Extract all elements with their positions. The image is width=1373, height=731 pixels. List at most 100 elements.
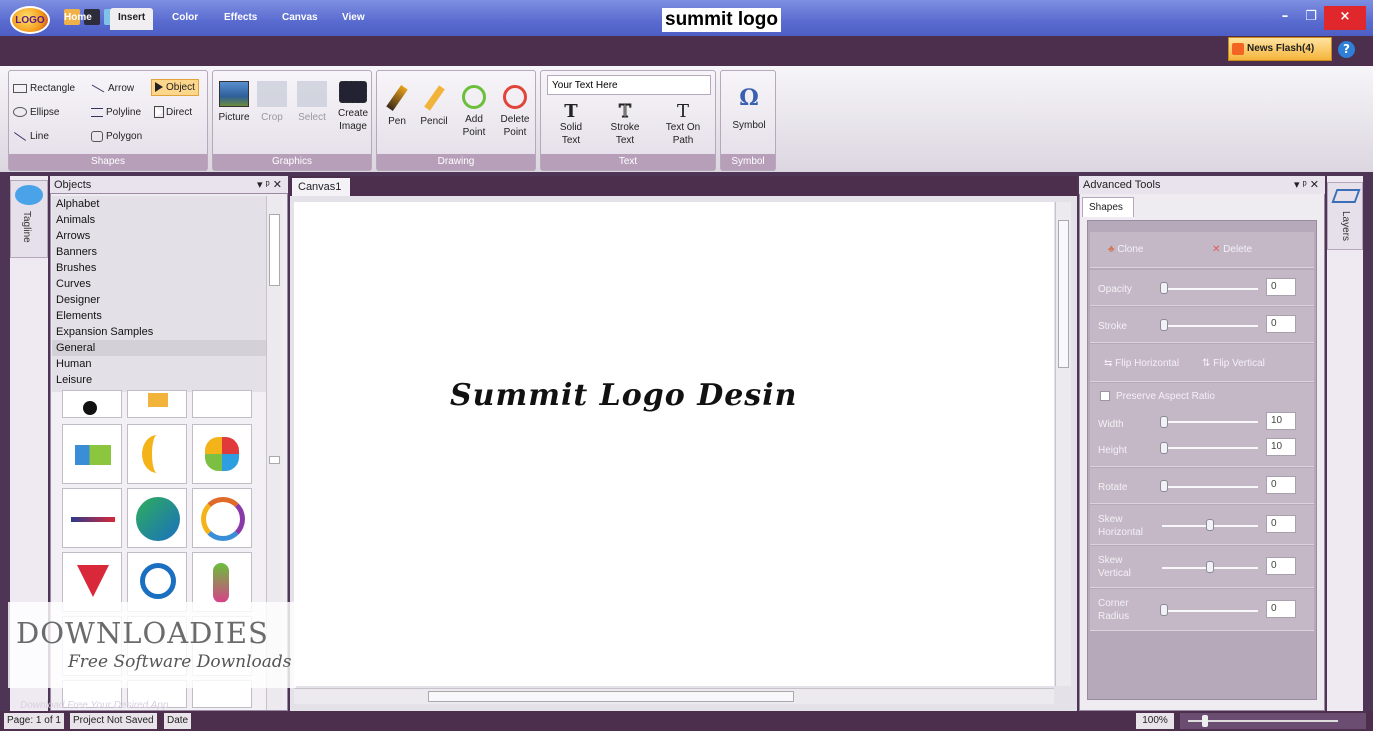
canvas-text-object[interactable]: Summit Logo Desin — [450, 378, 797, 413]
tab-canvas1[interactable]: Canvas1 — [292, 178, 350, 196]
polygon-button[interactable]: Polygon — [91, 131, 142, 142]
minimize-button[interactable]: – — [1270, 6, 1300, 30]
thumbnail[interactable] — [192, 424, 252, 484]
corner-radius-value[interactable]: 0 — [1266, 600, 1296, 618]
tab-canvas[interactable]: Canvas — [274, 8, 326, 30]
width-value[interactable]: 10 — [1266, 412, 1296, 430]
panel-controls[interactable]: ▾ ᵖ ✕ — [257, 176, 282, 194]
picture-button[interactable]: Picture — [217, 81, 251, 124]
scroll-thumb[interactable] — [269, 214, 280, 286]
flip-vertical-button[interactable]: ⇅ Flip Vertical — [1202, 358, 1265, 369]
flip-horizontal-icon: ⇆ — [1104, 358, 1116, 369]
scroll-thumb[interactable] — [269, 456, 280, 464]
thumbnail[interactable] — [62, 390, 122, 418]
height-slider[interactable] — [1162, 447, 1258, 449]
news-flash-button[interactable]: News Flash(4) — [1228, 37, 1332, 61]
skew-horizontal-value[interactable]: 0 — [1266, 515, 1296, 533]
thumbnail[interactable] — [192, 488, 252, 548]
tab-home[interactable]: Home — [56, 8, 100, 30]
list-item[interactable]: Expansion Samples — [52, 324, 266, 340]
clone-button[interactable]: ♣ Clone — [1108, 244, 1143, 255]
rotate-slider-knob[interactable] — [1160, 480, 1168, 492]
list-item[interactable]: Curves — [52, 276, 266, 292]
scroll-thumb[interactable] — [428, 691, 794, 702]
list-item[interactable]: Arrows — [52, 228, 266, 244]
list-item[interactable]: Brushes — [52, 260, 266, 276]
create-image-button[interactable]: Create Image — [335, 81, 371, 133]
list-item[interactable]: Alphabet — [52, 196, 266, 212]
restore-button[interactable]: ❐ — [1300, 6, 1322, 30]
scroll-thumb[interactable] — [1058, 220, 1069, 368]
text-on-path-button[interactable]: T Text On Path — [657, 101, 709, 147]
object-category-list[interactable]: Alphabet Animals Arrows Banners Brushes … — [52, 196, 266, 392]
corner-radius-slider[interactable] — [1162, 609, 1258, 612]
canvas-page[interactable] — [294, 202, 1054, 686]
tab-view[interactable]: View — [334, 8, 373, 30]
help-icon[interactable]: ? — [1338, 41, 1355, 58]
preserve-aspect-checkbox[interactable] — [1100, 391, 1110, 401]
canvas-vertical-scrollbar[interactable] — [1055, 202, 1071, 686]
list-item-selected[interactable]: General — [52, 340, 266, 356]
delete-button[interactable]: ✕ Delete — [1212, 244, 1252, 255]
object-button[interactable]: Object — [151, 79, 199, 96]
thumbnail[interactable] — [62, 424, 122, 484]
add-point-button[interactable]: Add Point — [457, 85, 491, 139]
ellipse-button[interactable]: Ellipse — [13, 107, 59, 118]
app-logo-icon[interactable]: LOGO — [10, 6, 50, 34]
skew-vertical-value[interactable]: 0 — [1266, 557, 1296, 575]
panel-controls[interactable]: ▾ ᵖ ✕ — [1294, 176, 1319, 194]
opacity-value[interactable]: 0 — [1266, 278, 1296, 296]
thumbnail[interactable] — [127, 488, 187, 548]
pen-button[interactable]: Pen — [381, 85, 413, 128]
flip-horizontal-button[interactable]: ⇆ Flip Horizontal — [1104, 358, 1179, 369]
stroke-slider[interactable] — [1162, 324, 1258, 327]
arrow-button[interactable]: Arrow — [91, 83, 134, 94]
zoom-slider[interactable] — [1180, 713, 1366, 729]
list-item[interactable]: Animals — [52, 212, 266, 228]
canvas-horizontal-scrollbar[interactable] — [294, 688, 1054, 704]
text-input[interactable] — [547, 75, 711, 95]
layers-tab[interactable]: Layers — [1327, 182, 1363, 250]
height-slider-knob[interactable] — [1160, 442, 1168, 454]
list-item[interactable]: Banners — [52, 244, 266, 260]
list-item[interactable]: Designer — [52, 292, 266, 308]
thumbnail[interactable] — [192, 390, 252, 418]
stroke-value[interactable]: 0 — [1266, 315, 1296, 333]
ribbon-tab-bar — [0, 36, 1373, 66]
thumbnail[interactable] — [127, 424, 187, 484]
stroke-row: Stroke 0 — [1090, 307, 1314, 343]
pencil-button[interactable]: Pencil — [417, 85, 451, 128]
opacity-slider-knob[interactable] — [1160, 282, 1168, 294]
thumbnail[interactable] — [127, 390, 187, 418]
stroke-text-button[interactable]: T Stroke Text — [603, 101, 647, 147]
rectangle-button[interactable]: Rectangle — [13, 83, 75, 94]
opacity-slider[interactable] — [1162, 287, 1258, 290]
stroke-slider-knob[interactable] — [1160, 319, 1168, 331]
thumbnail[interactable] — [62, 488, 122, 548]
list-item[interactable]: Leisure — [52, 372, 266, 388]
height-value[interactable]: 10 — [1266, 438, 1296, 456]
list-item[interactable]: Elements — [52, 308, 266, 324]
rotate-slider[interactable] — [1162, 485, 1258, 488]
polyline-button[interactable]: Polyline — [91, 107, 141, 118]
tagline-tab[interactable]: Tagline — [10, 180, 48, 258]
width-slider[interactable] — [1162, 421, 1258, 423]
solid-text-button[interactable]: T Solid Text — [549, 101, 593, 147]
category-scrollbar[interactable] — [266, 196, 282, 392]
close-button[interactable]: × — [1324, 6, 1366, 30]
direct-button[interactable]: Direct — [154, 106, 192, 119]
skew-horizontal-slider-knob[interactable] — [1206, 519, 1214, 531]
list-item[interactable]: Human — [52, 356, 266, 372]
skew-vertical-slider-knob[interactable] — [1206, 561, 1214, 573]
zoom-slider-knob[interactable] — [1202, 715, 1208, 727]
line-button[interactable]: Line — [13, 131, 49, 142]
delete-point-button[interactable]: Delete Point — [495, 85, 535, 139]
symbol-button[interactable]: Ω Symbol — [725, 85, 773, 132]
rotate-value[interactable]: 0 — [1266, 476, 1296, 494]
tab-shapes[interactable]: Shapes — [1082, 197, 1134, 217]
width-slider-knob[interactable] — [1160, 416, 1168, 428]
tab-color[interactable]: Color — [164, 8, 206, 30]
tab-insert[interactable]: Insert — [110, 8, 154, 30]
corner-radius-slider-knob[interactable] — [1160, 604, 1168, 616]
tab-effects[interactable]: Effects — [216, 8, 265, 30]
